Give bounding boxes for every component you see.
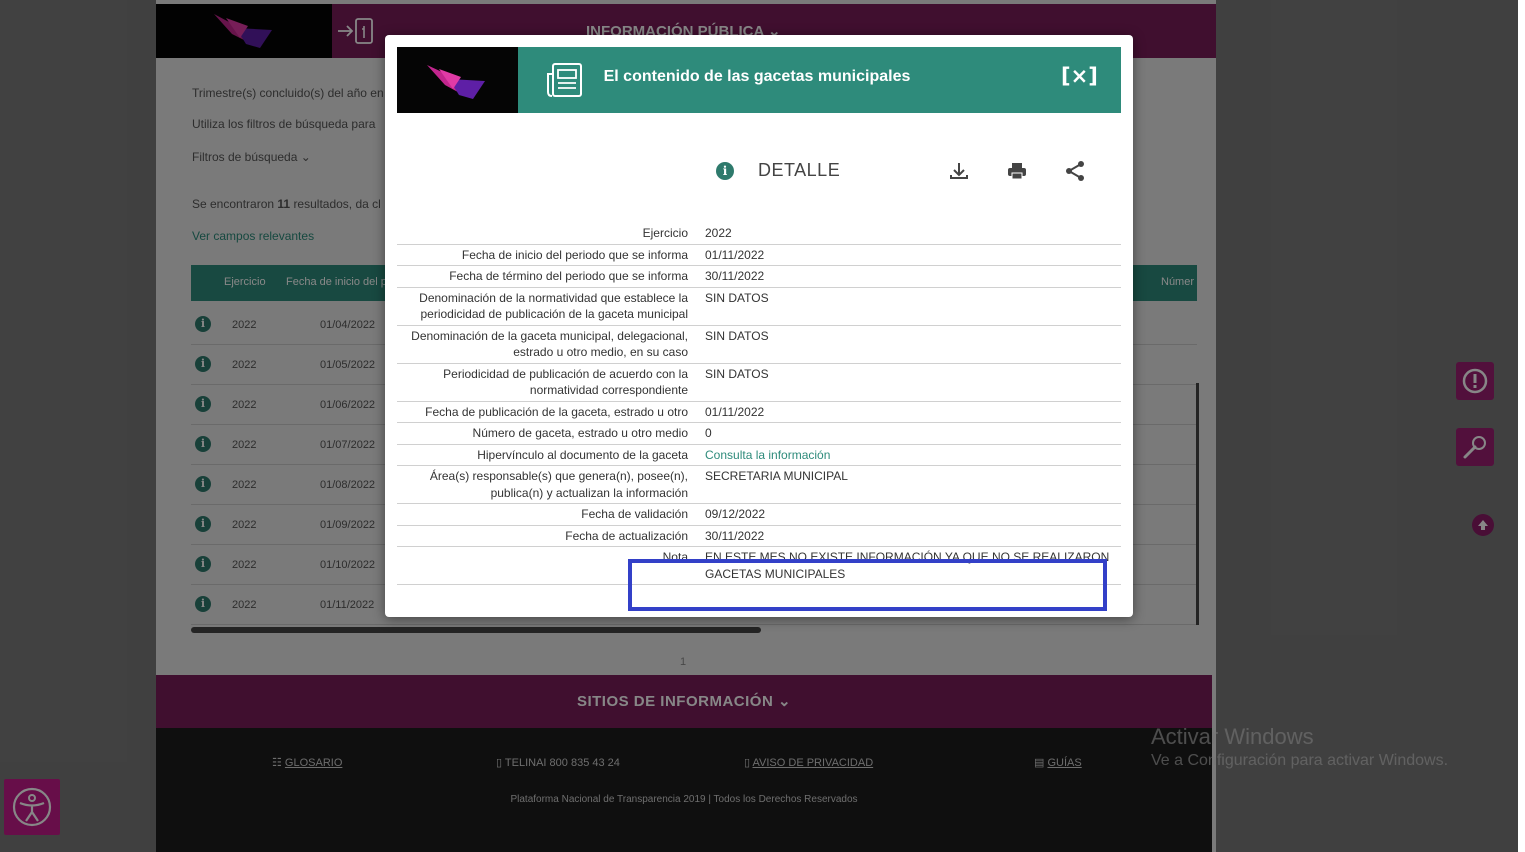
download-icon[interactable]	[947, 159, 971, 183]
field-value: 01/11/2022	[705, 247, 765, 262]
field-label: Área(s) responsable(s) que genera(n), po…	[429, 469, 688, 500]
field-periodicidad: Periodicidad de publicación de acuerdo c…	[397, 364, 1121, 402]
modal-title: El contenido de las gacetas municipales	[603, 68, 911, 85]
modal-header: El contenido de las gacetas municipales …	[397, 47, 1121, 113]
field-area-responsable: Área(s) responsable(s) que genera(n), po…	[397, 466, 1121, 504]
field-fecha-termino: Fecha de término del periodo que se info…	[397, 266, 1121, 288]
field-ejercicio: Ejercicio 2022	[397, 223, 1121, 245]
field-label: Denominación de la gaceta municipal, del…	[411, 328, 688, 360]
field-normatividad: Denominación de la normatividad que esta…	[397, 288, 1121, 326]
field-fecha-publicacion: Fecha de publicación de la gaceta, estra…	[397, 402, 1121, 423]
field-value: 2022	[705, 226, 732, 240]
field-nota: Nota EN ESTE MES NO EXISTE INFORMACIÓN Y…	[397, 547, 1121, 585]
close-button[interactable]: [×]	[1061, 61, 1098, 91]
consulta-informacion-link[interactable]: Consulta la información	[696, 447, 1121, 464]
detail-toolbar: i DETALLE	[385, 157, 1133, 187]
field-label: Nota	[662, 550, 688, 564]
field-value: SIN DATOS	[705, 366, 769, 381]
field-value: 01/11/2022	[705, 404, 765, 419]
field-label: Fecha de actualización	[565, 528, 688, 543]
field-numero-gaceta: Número de gaceta, estrado u otro medio 0	[397, 423, 1121, 445]
field-label: Número de gaceta, estrado u otro medio	[472, 426, 688, 440]
detail-heading: DETALLE	[758, 160, 841, 180]
field-value: 30/11/2022	[705, 269, 765, 283]
field-value: 0	[705, 426, 712, 440]
field-value: EN ESTE MES NO EXISTE INFORMACIÓN YA QUE…	[705, 550, 1110, 581]
field-label: Fecha de término del periodo que se info…	[449, 269, 688, 283]
detail-fields: Ejercicio 2022 Fecha de inicio del perio…	[397, 223, 1121, 585]
field-value: SIN DATOS	[705, 290, 769, 305]
field-label: Fecha de inicio del periodo que se infor…	[461, 247, 688, 262]
field-value: SECRETARIA MUNICIPAL	[705, 469, 848, 483]
field-value: SIN DATOS	[705, 328, 769, 343]
field-label: Hipervínculo al documento de la gaceta	[477, 447, 688, 462]
field-label: Fecha de validación	[581, 507, 688, 521]
field-label: Fecha de publicación de la gaceta, estra…	[425, 404, 688, 419]
field-label: Periodicidad de publicación de acuerdo c…	[443, 366, 688, 398]
field-label: Ejercicio	[642, 226, 688, 240]
field-hipervinculo: Hipervínculo al documento de la gaceta C…	[397, 445, 1121, 466]
field-fecha-actualizacion: Fecha de actualización 30/11/2022	[397, 526, 1121, 547]
share-icon[interactable]	[1063, 159, 1087, 183]
window-edge	[1518, 0, 1525, 852]
print-icon[interactable]	[1005, 159, 1029, 183]
field-fecha-inicio: Fecha de inicio del periodo que se infor…	[397, 245, 1121, 266]
field-value: 30/11/2022	[705, 528, 765, 543]
detail-modal: El contenido de las gacetas municipales …	[385, 35, 1133, 617]
field-fecha-validacion: Fecha de validación 09/12/2022	[397, 504, 1121, 526]
field-value: 09/12/2022	[705, 507, 766, 521]
info-icon: i	[716, 162, 734, 180]
field-label: Denominación de la normatividad que esta…	[419, 290, 688, 322]
field-denominacion-gaceta: Denominación de la gaceta municipal, del…	[397, 326, 1121, 364]
